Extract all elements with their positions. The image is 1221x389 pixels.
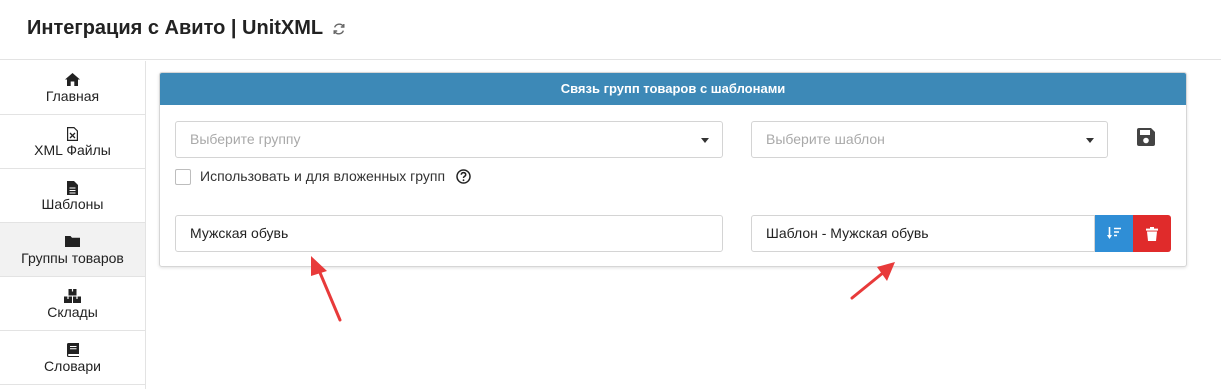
sidebar-item-label: Склады: [47, 304, 98, 320]
home-icon: [0, 73, 145, 87]
delete-button[interactable]: [1133, 215, 1171, 252]
sidebar-item-dictionaries[interactable]: Словари: [0, 331, 145, 385]
save-icon[interactable]: [1137, 128, 1155, 146]
nested-groups-label: Использовать и для вложенных групп: [200, 168, 446, 184]
sidebar-item-label: Главная: [45, 88, 100, 104]
group-name-value: Мужская обувь: [190, 225, 289, 241]
group-name-field[interactable]: Мужская обувь: [175, 215, 723, 252]
question-circle-icon[interactable]: [456, 169, 471, 184]
template-name-field[interactable]: Шаблон - Мужская обувь: [751, 215, 1095, 252]
sidebar-item-home[interactable]: Главная: [0, 61, 145, 115]
top-bar: Интеграция с Авито | UnitXML: [0, 0, 1221, 60]
file-text-icon: [0, 181, 145, 195]
sidebar-item-templates[interactable]: Шаблоны: [0, 169, 145, 223]
sidebar-item-label: XML Файлы: [34, 142, 111, 158]
book-icon: [0, 343, 145, 357]
panel-title: Связь групп товаров с шаблонами: [160, 73, 1186, 105]
group-template-panel: Связь групп товаров с шаблонами Выберите…: [159, 72, 1187, 267]
sidebar-item-warehouses[interactable]: Склады: [0, 277, 145, 331]
sidebar-item-label: Шаблоны: [41, 196, 104, 212]
template-select-placeholder: Выберите шаблон: [766, 131, 885, 147]
template-name-value: Шаблон - Мужская обувь: [766, 225, 929, 241]
group-select[interactable]: Выберите группу: [175, 121, 723, 158]
folder-icon: [0, 235, 145, 249]
sidebar-item-label: Группы товаров: [21, 250, 124, 266]
trash-icon: [1146, 226, 1158, 241]
sort-amount-down-icon: [1106, 227, 1121, 239]
file-excel-icon: [0, 127, 145, 141]
sidebar: Главная XML Файлы Шаблоны Группы товаров…: [0, 61, 146, 389]
sidebar-item-xml-files[interactable]: XML Файлы: [0, 115, 145, 169]
nested-groups-checkbox[interactable]: [175, 169, 191, 185]
boxes-icon: [0, 289, 145, 303]
chevron-down-icon: [701, 138, 709, 143]
chevron-down-icon: [1086, 138, 1094, 143]
sidebar-item-label: Словари: [44, 358, 101, 374]
group-select-placeholder: Выберите группу: [190, 131, 301, 147]
refresh-icon[interactable]: [332, 22, 346, 36]
sidebar-item-product-groups[interactable]: Группы товаров: [0, 223, 145, 277]
template-select[interactable]: Выберите шаблон: [751, 121, 1108, 158]
page-title: Интеграция с Авито | UnitXML: [27, 17, 324, 39]
sort-button[interactable]: [1095, 215, 1133, 252]
